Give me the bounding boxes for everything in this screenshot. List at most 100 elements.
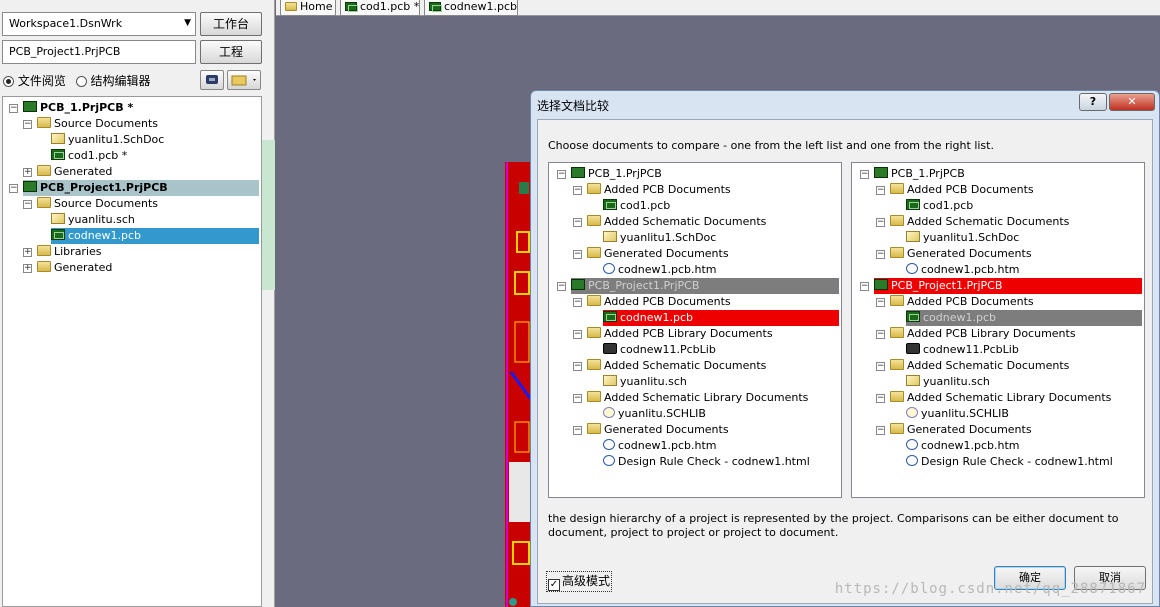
workspace-combo[interactable]: Workspace1.DsnWrk ▼ [2,12,196,36]
collapse-icon[interactable]: − [573,394,582,403]
collapse-icon[interactable]: − [573,186,582,195]
tab-home[interactable]: Home [280,0,336,16]
project-tree[interactable]: − PCB_1.PrjPCB * − Source Documents yuanlitu… [2,96,262,607]
project-button[interactable]: 工程 [200,40,262,64]
project-tree-item[interactable]: Source Documents [37,116,158,132]
left-list-item[interactable]: yuanlitu1.SchDoc [603,230,716,246]
left-list-item[interactable]: codnew1.pcb.htm [603,438,717,454]
project-tree-item[interactable]: Generated [37,164,112,180]
collapse-icon[interactable]: − [573,426,582,435]
right-list-item[interactable]: Generated Documents [890,422,1032,438]
project-tree-item[interactable]: codnew1.pcb [51,228,259,244]
project-tree-item[interactable]: PCB_Project1.PrjPCB [23,180,259,196]
collapse-icon[interactable]: − [573,298,582,307]
advanced-mode-checkbox[interactable]: ✓ 高级模式 [546,571,613,592]
left-list-item[interactable]: yuanlitu.SCHLIB [603,406,706,422]
expand-icon[interactable]: + [23,168,32,177]
left-list-item[interactable]: Added Schematic Documents [587,358,766,374]
expand-icon[interactable]: + [23,248,32,257]
struct-editor-radio[interactable] [75,76,87,87]
right-list-item[interactable]: codnew11.PcbLib [906,342,1019,358]
right-list-item[interactable]: PCB_1.PrjPCB [874,166,965,182]
right-list-item[interactable]: yuanlitu.SCHLIB [906,406,1009,422]
right-list-item[interactable]: Generated Documents [890,246,1032,262]
left-list-item[interactable]: PCB_1.PrjPCB [571,166,662,182]
right-list-item[interactable]: codnew1.pcb.htm [906,438,1020,454]
left-list-item[interactable]: codnew1.pcb [603,310,839,326]
collapse-icon[interactable]: − [557,170,566,179]
collapse-icon[interactable]: − [876,362,885,371]
expand-icon[interactable]: + [23,264,32,273]
collapse-icon[interactable]: − [23,120,32,129]
pcb-icon [603,311,617,322]
left-list-item[interactable]: codnew1.pcb.htm [603,262,717,278]
project-tree-item[interactable]: PCB_1.PrjPCB * [23,100,133,116]
left-list-item[interactable]: yuanlitu.sch [603,374,687,390]
left-document-list[interactable]: − PCB_1.PrjPCB − Added PCB Documents cod1.pc… [548,162,842,498]
project-tree-item[interactable]: Source Documents [37,196,158,212]
collapse-icon[interactable]: − [876,330,885,339]
left-list-item[interactable]: Added PCB Documents [587,182,731,198]
left-list-item[interactable]: cod1.pcb [603,198,670,214]
tree-item-label: codnew1.pcb [923,311,997,324]
collapse-icon[interactable]: − [876,426,885,435]
help-button[interactable]: ? [1079,93,1107,111]
project-tree-item[interactable]: Libraries [37,244,102,260]
collapse-icon[interactable]: − [876,186,885,195]
collapse-icon[interactable]: − [573,330,582,339]
left-list-item[interactable]: Design Rule Check - codnew1.html [603,454,810,470]
panel-splitter[interactable] [262,140,275,290]
collapse-icon[interactable]: − [876,218,885,227]
collapse-icon[interactable]: − [23,200,32,209]
project-tree-item[interactable]: yuanlitu.sch [51,212,135,228]
project-tree-item[interactable]: yuanlitu1.SchDoc [51,132,164,148]
right-list-item[interactable]: codnew1.pcb.htm [906,262,1020,278]
left-list-item[interactable]: codnew11.PcbLib [603,342,716,358]
collapse-icon[interactable]: − [573,362,582,371]
right-list-item[interactable]: Added PCB Documents [890,182,1034,198]
right-document-list[interactable]: − PCB_1.PrjPCB − Added PCB Documents cod1.pc… [851,162,1145,498]
right-list-item[interactable]: Design Rule Check - codnew1.html [906,454,1113,470]
left-list-item[interactable]: Generated Documents [587,246,729,262]
right-list-item[interactable]: codnew1.pcb [906,310,1142,326]
right-list-item[interactable]: Added PCB Documents [890,294,1034,310]
chevron-down-icon[interactable]: ▼ [184,18,191,28]
right-list-item[interactable]: yuanlitu.sch [906,374,990,390]
right-list-item[interactable]: Added PCB Library Documents [890,326,1076,342]
workbench-button[interactable]: 工作台 [200,12,262,36]
pcb-icon [429,2,442,12]
tab-document[interactable]: cod1.pcb * [340,0,420,16]
collapse-icon[interactable]: − [9,184,18,193]
right-list-item[interactable]: Added Schematic Documents [890,214,1069,230]
project-tree-item[interactable]: Generated [37,260,112,276]
right-list-item[interactable]: Added Schematic Documents [890,358,1069,374]
tree-item-label: Added PCB Documents [907,295,1034,308]
collapse-icon[interactable]: − [876,394,885,403]
collapse-icon[interactable]: − [860,170,869,179]
left-list-item[interactable]: Added PCB Documents [587,294,731,310]
collapse-icon[interactable]: − [573,218,582,227]
right-list-item[interactable]: Added Schematic Library Documents [890,390,1111,406]
left-list-item[interactable]: Added Schematic Library Documents [587,390,808,406]
left-list-item[interactable]: Generated Documents [587,422,729,438]
collapse-icon[interactable]: − [557,282,566,291]
open-document-button[interactable] [227,70,261,90]
left-list-item[interactable]: PCB_Project1.PrjPCB [571,278,839,294]
right-list-item[interactable]: cod1.pcb [906,198,973,214]
project-options-button[interactable] [200,70,224,90]
collapse-icon[interactable]: − [876,298,885,307]
collapse-icon[interactable]: − [860,282,869,291]
tree-item-label: PCB_1.PrjPCB [891,167,965,180]
close-button[interactable]: ✕ [1109,93,1155,111]
right-list-item[interactable]: yuanlitu1.SchDoc [906,230,1019,246]
left-list-item[interactable]: Added PCB Library Documents [587,326,773,342]
collapse-icon[interactable]: − [573,250,582,259]
file-view-radio[interactable] [3,76,14,87]
project-tree-item[interactable]: cod1.pcb * [51,148,127,164]
collapse-icon[interactable]: − [9,104,18,113]
tab-document[interactable]: codnew1.pcb [424,0,518,16]
left-list-item[interactable]: Added Schematic Documents [587,214,766,230]
collapse-icon[interactable]: − [876,250,885,259]
project-field[interactable]: PCB_Project1.PrjPCB [2,40,196,64]
right-list-item[interactable]: PCB_Project1.PrjPCB [874,278,1142,294]
